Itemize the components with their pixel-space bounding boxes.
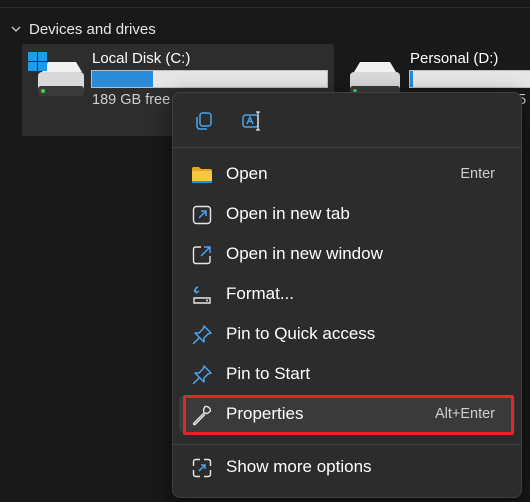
pin-icon [191,364,213,386]
menu-item-format[interactable]: Format... [179,276,515,312]
menu-item-label: Open in new tab [226,204,350,223]
menu-item-pin-start[interactable]: Pin to Start [179,356,515,392]
show-more-icon [191,457,213,479]
drive-usage-bar [409,70,530,88]
menu-item-show-more-options[interactable]: Show more options [179,449,515,485]
menu-item-label: Pin to Quick access [226,324,376,343]
format-icon [191,284,213,306]
menu-item-open[interactable]: Open Enter [179,156,515,192]
windows-drive-icon [28,52,84,96]
folder-icon [191,164,213,186]
menu-item-label: Open [226,164,268,183]
menu-item-label: Properties [226,404,304,423]
rename-icon [242,111,260,131]
divider [0,7,530,8]
menu-item-shortcut: Enter [460,166,495,182]
menu-item-open-new-window[interactable]: Open in new window [179,236,515,272]
drive-name: Personal (D:) [410,50,499,67]
chevron-down-icon [11,26,21,32]
new-tab-icon [191,204,213,226]
menu-item-label: Format... [226,284,295,303]
rename-button[interactable] [235,105,269,137]
section-title: Devices and drives [29,20,156,38]
menu-item-pin-quick-access[interactable]: Pin to Quick access [179,316,515,352]
drive-usage-fill [410,71,413,87]
quick-actions-row [173,93,521,147]
context-menu: Open Enter Open in new tab Open in new w… [172,92,522,498]
new-window-icon [191,244,213,266]
copy-button[interactable] [187,105,221,137]
menu-item-label: Show more options [226,457,372,476]
menu-item-open-new-tab[interactable]: Open in new tab [179,196,515,232]
file-explorer-pane: Devices and drives Local Disk (C:) 189 G… [0,0,530,502]
wrench-icon [191,404,213,426]
menu-item-shortcut: Alt+Enter [434,406,495,422]
pin-icon [191,324,213,346]
menu-item-label: Open in new window [226,244,383,263]
drive-name: Local Disk (C:) [92,50,191,67]
section-header[interactable]: Devices and drives [10,18,156,40]
drive-usage-bar [91,70,328,88]
menu-separator [173,444,521,445]
copy-icon [196,112,212,130]
drive-usage-fill [92,71,154,87]
menu-separator [173,147,521,148]
menu-item-properties[interactable]: Properties Alt+Enter [179,396,515,432]
menu-item-label: Pin to Start [226,364,311,383]
drive-free-space: 189 GB free [92,92,171,108]
